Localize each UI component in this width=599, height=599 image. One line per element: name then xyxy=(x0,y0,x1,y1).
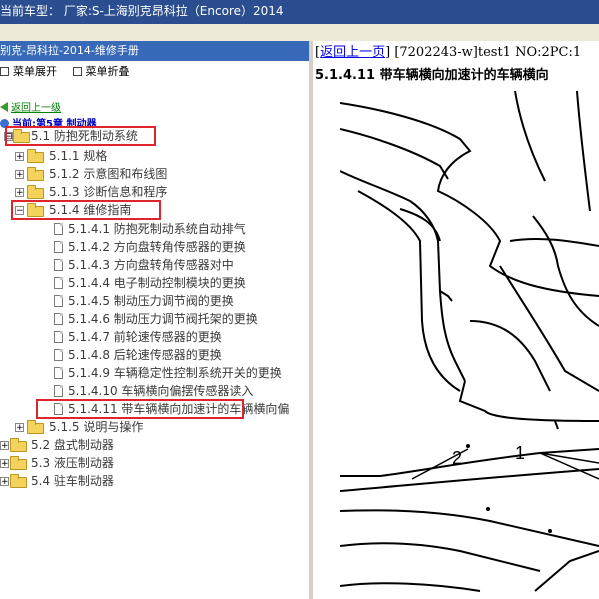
content-nav: [返回上一页] [7202243-w]test1 NO:2PC:1 xyxy=(315,45,582,60)
tree-node-label: 5.2 盘式制动器 xyxy=(31,438,114,452)
document-icon xyxy=(54,313,63,325)
tree-node-label: 5.1.4.1 防抱死制动系统自动排气 xyxy=(68,222,246,236)
tree-node-label: 5.1.5 说明与操作 xyxy=(49,420,144,434)
back-page-link[interactable]: 返回上一页 xyxy=(320,45,385,60)
tree-node[interactable]: 5.1.4.5 制动压力调节阀的更换 xyxy=(0,293,309,311)
tree-node[interactable]: +5.2 盘式制动器 xyxy=(0,437,309,455)
folder-icon xyxy=(27,420,44,434)
document-icon xyxy=(54,259,63,271)
document-icon xyxy=(54,277,63,289)
back-arrow-icon xyxy=(0,102,8,112)
expand-node-icon[interactable]: + xyxy=(15,170,24,180)
tree-node[interactable]: 5.1.4.1 防抱死制动系统自动排气 xyxy=(0,221,309,239)
tree-node-label: 5.3 液压制动器 xyxy=(31,456,114,470)
tree-node-label: 5.1.1 规格 xyxy=(49,149,108,163)
back-to-parent-link[interactable]: 返回上一级 xyxy=(0,99,61,114)
tree-node-label: 5.1.4.3 方向盘转角传感器对中 xyxy=(68,258,234,272)
expand-menu-button[interactable]: 菜单展开 xyxy=(0,61,57,83)
document-icon xyxy=(54,223,63,235)
expand-node-icon[interactable]: + xyxy=(0,441,9,451)
left-toolbar: 菜单展开 菜单折叠 xyxy=(0,61,309,83)
document-icon xyxy=(54,241,63,253)
tree-node[interactable]: 5.1.4.4 电子制动控制模块的更换 xyxy=(0,275,309,293)
tree-node[interactable]: +5.3 液压制动器 xyxy=(0,455,309,473)
tree-node[interactable]: +5.4 驻车制动器 xyxy=(0,473,309,491)
expand-node-icon[interactable]: + xyxy=(0,477,9,487)
tree-node[interactable]: +5.1.5 说明与操作 xyxy=(0,419,309,437)
tree-node[interactable]: +5.1.1 规格 xyxy=(0,148,309,166)
folder-icon xyxy=(10,456,27,470)
folder-icon xyxy=(27,149,44,163)
tree-node-label: 5.1.4.2 方向盘转角传感器的更换 xyxy=(68,240,246,254)
tree-node[interactable]: 5.1.4.2 方向盘转角传感器的更换 xyxy=(0,239,309,257)
component-illustration: 2 1 xyxy=(340,91,599,592)
folder-icon xyxy=(27,167,44,181)
document-icon xyxy=(54,349,63,361)
tree-node-label: 5.1.4.8 后轮速传感器的更换 xyxy=(68,348,222,362)
tree-node[interactable]: 5.1.4.7 前轮速传感器的更换 xyxy=(0,329,309,347)
window-title: 当前车型： 厂家:S-上海别克昂科拉（Encore）2014 xyxy=(0,4,284,18)
callout-1: 1 xyxy=(515,443,525,463)
folder-icon xyxy=(27,185,44,199)
folder-icon xyxy=(10,474,27,488)
collapse-icon xyxy=(72,67,82,76)
document-code: [7202243-w]test1 NO:2PC:1 xyxy=(394,45,582,60)
highlight-box xyxy=(11,200,161,220)
tree-node-label: 5.1.4.7 前轮速传感器的更换 xyxy=(68,330,222,344)
tree-node[interactable]: 5.1.4.8 后轮速传感器的更换 xyxy=(0,347,309,365)
left-panel: 别克-昂科拉-2014-维修手册 菜单展开 菜单折叠 返回上一级 当前:第5章 … xyxy=(0,41,309,599)
tree-node-label: 5.1.2 示意图和布线图 xyxy=(49,167,168,181)
window-title-bar: 当前车型： 厂家:S-上海别克昂科拉（Encore）2014 xyxy=(0,0,599,24)
document-icon xyxy=(54,295,63,307)
tree-node-label: 5.1.3 诊断信息和程序 xyxy=(49,185,168,199)
tree-node-label: 5.1.4.6 制动压力调节阀托架的更换 xyxy=(68,312,258,326)
tree-node-label: 5.1.4.4 电子制动控制模块的更换 xyxy=(68,276,246,290)
folder-icon xyxy=(10,438,27,452)
expand-icon xyxy=(0,67,9,76)
tree-node-label: 5.1.4.9 车辆稳定性控制系统开关的更换 xyxy=(68,366,282,380)
document-icon xyxy=(54,385,63,397)
tree-node-label: 5.4 驻车制动器 xyxy=(31,474,114,488)
collapse-menu-button[interactable]: 菜单折叠 xyxy=(72,61,130,83)
toolbar-strip xyxy=(0,24,599,41)
tree-node[interactable]: +5.1.2 示意图和布线图 xyxy=(0,166,309,184)
highlight-box xyxy=(36,399,244,419)
content-heading: 5.1.4.11 带车辆横向加速计的车辆横向 xyxy=(315,68,549,83)
content-panel: [返回上一页] [7202243-w]test1 NO:2PC:1 5.1.4.… xyxy=(313,41,599,599)
highlight-box xyxy=(5,126,156,146)
expand-node-icon[interactable]: + xyxy=(0,459,9,469)
expand-node-icon[interactable]: + xyxy=(15,188,24,198)
back-to-parent-label: 返回上一级 xyxy=(11,103,61,114)
document-icon xyxy=(54,367,63,379)
collapse-menu-label: 菜单折叠 xyxy=(85,65,130,78)
expand-node-icon[interactable]: + xyxy=(15,152,24,162)
tree-node[interactable]: 5.1.4.3 方向盘转角传感器对中 xyxy=(0,257,309,275)
left-panel-title: 别克-昂科拉-2014-维修手册 xyxy=(0,41,309,61)
callout-2: 2 xyxy=(452,448,462,468)
tree-node[interactable]: 5.1.4.9 车辆稳定性控制系统开关的更换 xyxy=(0,365,309,383)
document-icon xyxy=(54,331,63,343)
expand-menu-label: 菜单展开 xyxy=(13,65,57,78)
expand-node-icon[interactable]: + xyxy=(15,423,24,433)
tree-node[interactable]: 5.1.4.6 制动压力调节阀托架的更换 xyxy=(0,311,309,329)
tree-node-label: 5.1.4.5 制动压力调节阀的更换 xyxy=(68,294,234,308)
tree-node-label: 5.1.4.10 车辆横向偏摆传感器读入 xyxy=(68,384,254,398)
